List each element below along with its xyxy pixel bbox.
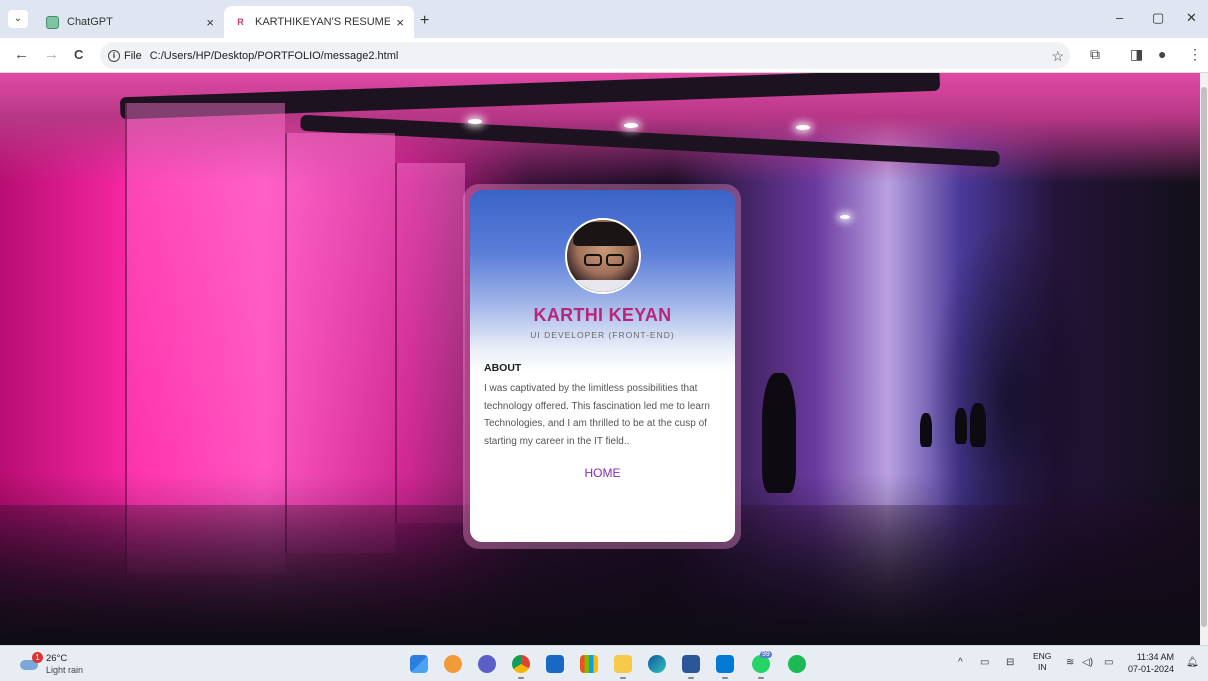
home-link[interactable]: HOME (470, 466, 735, 480)
silhouette (920, 413, 932, 447)
profile-role: UI DEVELOPER (FRONT-END) (530, 330, 675, 340)
wall-panel (285, 133, 395, 553)
avatar-glasses (584, 254, 602, 266)
taskbar: 1 26°C Light rain 99 ^ ▭ ⊟ ENG IN ≋ ◁) ▭… (0, 645, 1208, 681)
wifi-icon[interactable]: ≋ (1066, 657, 1074, 668)
browser-tab-strip: ⌄ ChatGPT × R KARTHIKEYAN'S RESUME × + –… (0, 0, 1208, 38)
reload-button[interactable]: C (74, 47, 83, 62)
display-icon[interactable]: ⊟ (1006, 657, 1014, 668)
volume-icon[interactable]: ◁) (1082, 657, 1093, 668)
ceiling-light (840, 215, 850, 219)
extensions-icon[interactable]: ⧉ (1090, 46, 1100, 63)
photos-icon[interactable] (444, 655, 462, 673)
avatar-shirt (567, 280, 639, 292)
avatar-hair (573, 222, 637, 246)
ceiling-light (796, 125, 810, 130)
chrome-icon[interactable] (512, 655, 530, 679)
maximize-button[interactable]: ▢ (1152, 10, 1164, 26)
scrollbar-thumb[interactable] (1201, 87, 1207, 627)
tab-resume[interactable]: R KARTHIKEYAN'S RESUME × (224, 6, 414, 38)
back-button[interactable]: ← (14, 46, 29, 63)
silhouette (970, 403, 986, 447)
tab-title: KARTHIKEYAN'S RESUME (255, 16, 391, 28)
profile-name: KARTHI KEYAN (533, 305, 672, 325)
url-text[interactable]: C:/Users/HP/Desktop/PORTFOLIO/message2.h… (150, 50, 399, 62)
info-icon[interactable]: i (108, 49, 120, 62)
spotify-icon[interactable] (788, 655, 806, 673)
scheme-label: File (124, 49, 142, 62)
sidepanel-icon[interactable]: ◨ (1130, 46, 1143, 63)
language-indicator[interactable]: ENG IN (1033, 651, 1051, 673)
vscode-icon[interactable] (716, 655, 734, 679)
word-icon[interactable] (682, 655, 700, 679)
forward-button[interactable]: → (44, 46, 59, 63)
notification-badge: 1 (32, 652, 43, 663)
language-line: IN (1037, 662, 1047, 672)
close-tab-icon[interactable]: × (396, 15, 404, 30)
about-text: I was captivated by the limitless possib… (484, 383, 710, 447)
language-line: ENG (1033, 651, 1052, 661)
star-icon[interactable]: ☆ (1051, 48, 1064, 65)
mail-icon[interactable] (546, 655, 564, 673)
close-tab-icon[interactable]: × (206, 15, 214, 30)
whatsapp-icon[interactable]: 99 (752, 651, 772, 679)
tab-chatgpt[interactable]: ChatGPT × (36, 6, 224, 38)
file-explorer-icon[interactable] (614, 655, 632, 679)
page-scrollbar[interactable] (1200, 73, 1208, 645)
weather-widget[interactable]: 1 26°C Light rain (20, 652, 100, 678)
chevron-down-icon: ⌄ (13, 13, 23, 24)
clock-time: 11:34 AM (1136, 652, 1175, 662)
avatar (565, 218, 641, 294)
edge-icon[interactable] (648, 655, 666, 673)
start-icon[interactable] (410, 655, 428, 673)
resume-favicon: R (237, 16, 244, 27)
wall-panel (125, 103, 285, 573)
tab-search-button[interactable]: ⌄ (8, 10, 28, 28)
minimize-button[interactable]: – (1116, 10, 1123, 25)
weather-temp: 26°C (46, 653, 68, 664)
chevron-up-icon[interactable]: ^ (958, 657, 963, 668)
keyboard-icon[interactable]: ▭ (980, 657, 989, 668)
avatar-glasses (606, 254, 624, 266)
about-heading: ABOUT (484, 362, 522, 374)
bell-icon[interactable]: 🔔︎ (1186, 657, 1199, 668)
clock-date: 07-01-2024 (1128, 664, 1175, 674)
ceiling-light (624, 123, 638, 128)
profile-card: KARTHI KEYAN UI DEVELOPER (FRONT-END) AB… (470, 190, 735, 542)
browser-toolbar: ← → C i File C:/Users/HP/Desktop/PORTFOL… (0, 38, 1208, 73)
tab-title: ChatGPT (67, 16, 113, 28)
profile-icon[interactable]: ● (1158, 46, 1166, 62)
clock[interactable]: 11:34 AM 07-01-2024 (1128, 651, 1174, 675)
chat-icon[interactable] (478, 655, 496, 673)
weather-condition: Light rain (46, 665, 84, 675)
menu-icon[interactable]: ⋮ (1188, 46, 1202, 63)
silhouette (955, 408, 967, 444)
ceiling-light (468, 119, 482, 124)
wall-panel (395, 163, 465, 523)
chatgpt-favicon (46, 15, 59, 29)
silhouette (762, 373, 796, 493)
new-tab-button[interactable]: + (420, 12, 429, 30)
store-icon[interactable] (580, 655, 598, 673)
close-window-button[interactable]: ✕ (1186, 10, 1197, 26)
address-bar[interactable]: i File C:/Users/HP/Desktop/PORTFOLIO/mes… (100, 42, 1070, 69)
whatsapp-badge: 99 (760, 651, 772, 658)
battery-icon[interactable]: ▭ (1104, 657, 1113, 668)
